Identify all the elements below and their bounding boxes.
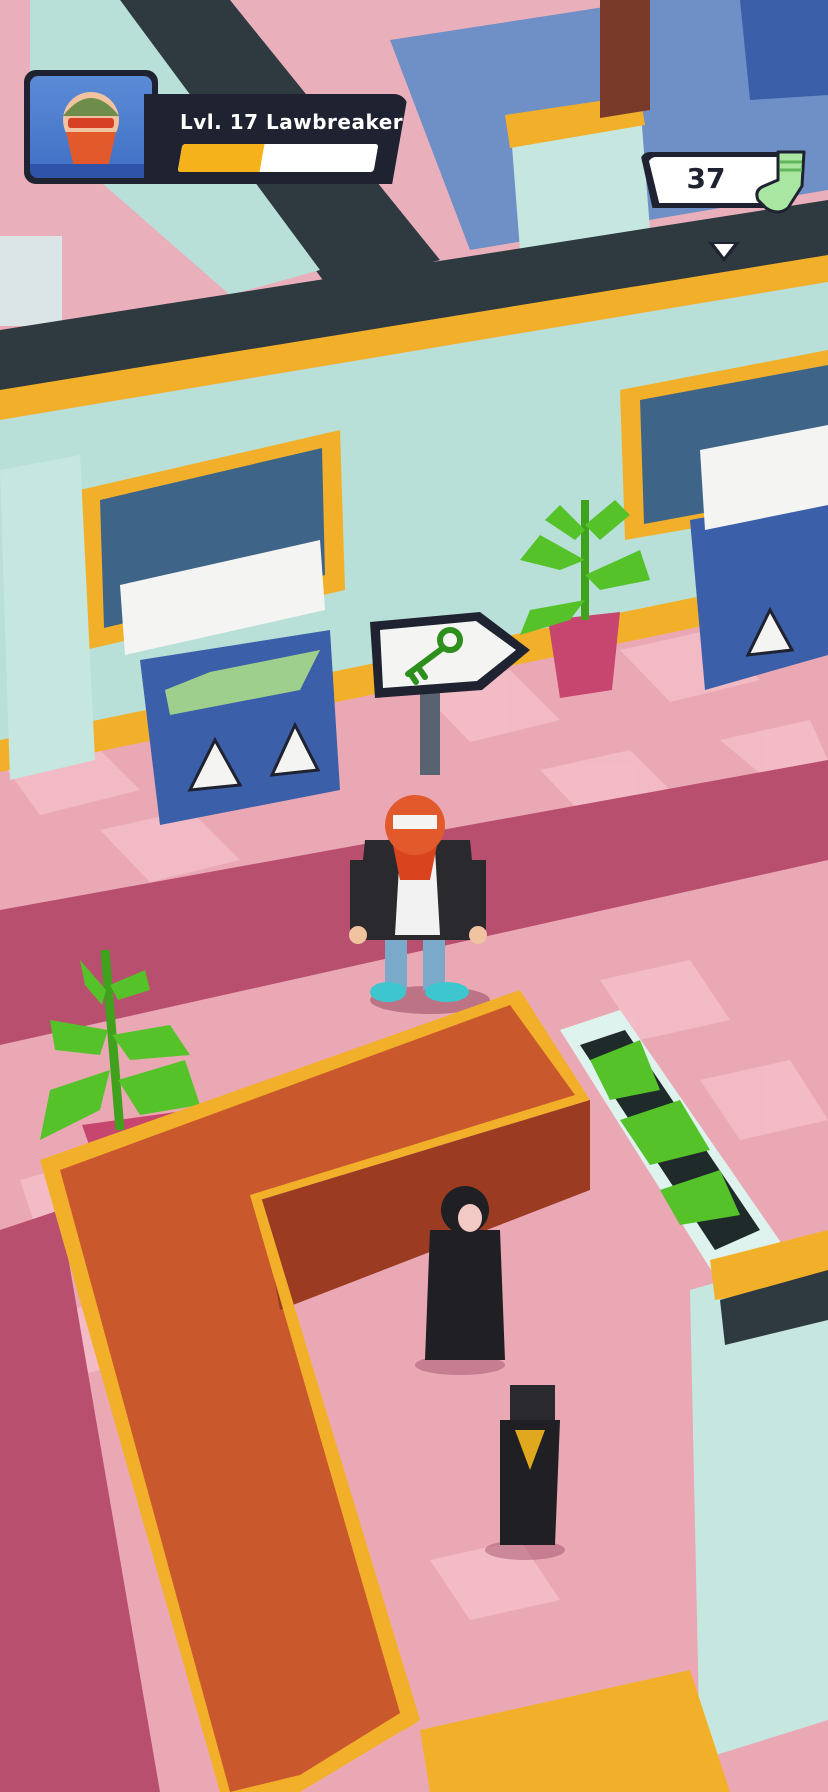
arrow-down-icon [708, 242, 740, 262]
sock-currency-counter[interactable]: 37 [640, 146, 820, 262]
level-info: Lvl. 17 Lawbreaker [144, 94, 408, 184]
level-label: Lvl. 17 Lawbreaker [180, 110, 404, 134]
game-scene[interactable] [0, 0, 828, 1792]
back-display-case [0, 236, 62, 326]
sock-icon [755, 150, 806, 214]
wall-pillar [0, 455, 95, 780]
player-portrait[interactable] [24, 70, 158, 184]
bearded-character-avatar [30, 76, 152, 178]
back-door [600, 0, 650, 118]
currency-value: 37 [686, 162, 726, 195]
player-level-panel[interactable]: Lvl. 17 Lawbreaker [24, 70, 408, 184]
sign-post [420, 690, 440, 775]
xp-progress-bar [177, 144, 379, 172]
back-container [740, 0, 828, 100]
xp-progress-fill [177, 144, 265, 172]
